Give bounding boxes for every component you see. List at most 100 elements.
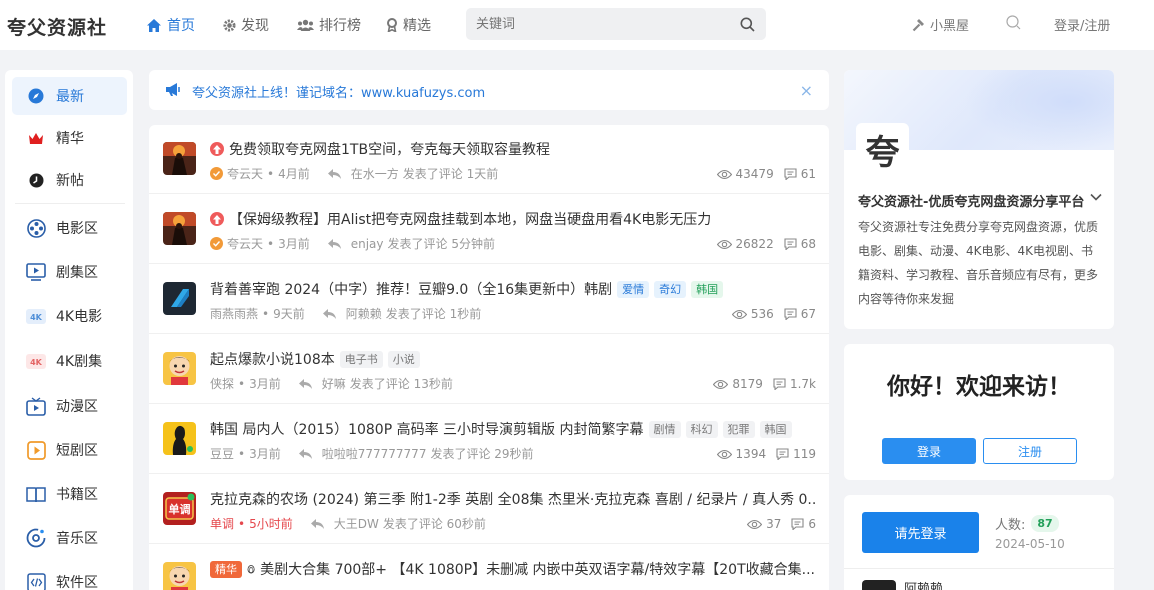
reply-info: 发表了评论 60秒前	[382, 517, 486, 531]
post-title[interactable]: 精华 美剧大合集 700部+ 【4K 1080P】未删减 内嵌中英双语字幕/特效…	[210, 559, 815, 579]
post-stats: 8179 1.7k	[713, 377, 816, 391]
sidebar-item-shorts[interactable]: 短剧区	[12, 431, 127, 469]
sidebar-item-software[interactable]: 软件区	[12, 563, 127, 590]
post-title[interactable]: 【保姆级教程】用Alist把夸克网盘挂载到本地，网盘当硬盘用看4K电影无压力	[210, 209, 711, 229]
last-replier[interactable]: 在水一方	[351, 165, 399, 182]
post-author[interactable]: 雨燕雨燕	[210, 305, 258, 322]
4k-icon: 4K	[25, 308, 47, 324]
top-header: 夸父资源社 首页 发现 排行榜 精选 小黑屋 登录/注册	[0, 0, 1154, 50]
reply-icon	[310, 518, 324, 529]
nav-discover[interactable]: 发现	[223, 15, 269, 35]
comment-count: 61	[800, 167, 816, 181]
comment-icon	[784, 308, 797, 320]
last-replier[interactable]: 啦啦啦777777777	[322, 445, 427, 462]
reply-info: 发表了评论 1天前	[402, 167, 499, 181]
list-item[interactable]: 起点爆款小说108本 电子书 小说 侠探 • 3月前 好嘛 发表了评论 13秒前…	[149, 335, 829, 404]
reply-info: 发表了评论 1秒前	[385, 307, 482, 321]
sidebar-item-movies[interactable]: 电影区	[12, 209, 127, 247]
post-tag[interactable]: 电子书	[339, 350, 383, 368]
nav-home[interactable]: 首页	[146, 15, 195, 35]
view-count: 1394	[735, 447, 767, 461]
site-avatar[interactable]: 夸	[858, 125, 907, 174]
last-replier[interactable]: 阿赖赖	[346, 305, 382, 322]
post-author[interactable]: 夸云天	[227, 165, 263, 182]
post-tag[interactable]: 剧情	[648, 420, 681, 438]
login-button[interactable]: 登录	[882, 438, 976, 464]
site-description: 夸父资源社专注免费分享夸克网盘资源，优质电影、剧集、动漫、4K电影、4K电视剧、…	[858, 220, 1099, 306]
online-user-name[interactable]: 阿赖赖	[904, 578, 943, 590]
close-icon[interactable]: ×	[800, 81, 813, 100]
sidebar-item-4k-series[interactable]: 4K 4K剧集	[12, 342, 127, 380]
post-title[interactable]: 克拉克森的农场 (2024) 第三季 附1-2季 英剧 全08集 杰里米·克拉克…	[210, 489, 815, 509]
sidebar-item-4k-movies[interactable]: 4K 4K电影	[12, 297, 127, 335]
announcement-text[interactable]: 夸父资源社上线！谨记域名：www.kuafuzys.com	[192, 82, 485, 101]
blackroom-link[interactable]: 小黑屋	[912, 15, 969, 34]
post-thumbnail[interactable]	[163, 352, 196, 385]
sidebar-item-music[interactable]: 音乐区	[12, 519, 127, 557]
nav-ranking-label: 排行榜	[319, 18, 361, 34]
post-author[interactable]: 侠探	[210, 375, 234, 392]
reply-icon	[327, 238, 341, 249]
last-replier[interactable]: 好嘛	[322, 375, 346, 392]
post-thumbnail[interactable]	[163, 142, 196, 175]
code-icon	[25, 572, 47, 590]
featured-badge: 精华	[210, 560, 242, 578]
post-meta: 单调 • 5小时前 大王DW 发表了评论 60秒前	[210, 515, 486, 532]
list-item[interactable]: 单调 克拉克森的农场 (2024) 第三季 附1-2季 英剧 全08集 杰里米·…	[149, 475, 829, 544]
site-logo[interactable]: 夸父资源社	[7, 13, 107, 40]
comment-count: 67	[800, 307, 816, 321]
post-tag[interactable]: 奇幻	[654, 280, 687, 298]
nav-featured-label: 精选	[403, 18, 431, 34]
meta-dot: •	[238, 376, 246, 391]
eye-icon	[716, 169, 732, 179]
post-author[interactable]: 豆豆	[210, 445, 234, 462]
post-stats: 536 67	[731, 307, 816, 321]
please-login-button[interactable]: 请先登录	[862, 512, 979, 553]
eye-icon	[747, 519, 763, 529]
list-item[interactable]: 免费领取夸克网盘1TB空间，夸克每天领取容量教程 夸云天 • 4月前 在水一方 …	[149, 125, 829, 194]
sidebar-item-new[interactable]: 新帖	[12, 161, 127, 199]
sidebar-item-anime[interactable]: 动漫区	[12, 387, 127, 425]
post-time: 4月前	[278, 167, 310, 181]
post-thumbnail[interactable]	[163, 212, 196, 245]
list-item[interactable]: 精华 美剧大合集 700部+ 【4K 1080P】未删减 内嵌中英双语字幕/特效…	[149, 545, 829, 590]
login-register-link[interactable]: 登录/注册	[1054, 15, 1110, 34]
register-button[interactable]: 注册	[983, 438, 1077, 464]
list-item[interactable]: 韩国 局内人（2015）1080P 高码率 三小时导演剪辑版 内封简繁字幕 剧情…	[149, 405, 829, 474]
sidebar-item-latest[interactable]: 最新	[12, 77, 127, 115]
nav-ranking[interactable]: 排行榜	[297, 15, 361, 35]
search-toggle[interactable]	[1006, 15, 1021, 30]
post-author[interactable]: 夸云天	[227, 235, 263, 252]
post-thumbnail[interactable]	[163, 422, 196, 455]
sidebar-item-featured[interactable]: 精华	[12, 119, 127, 157]
search-button[interactable]	[728, 8, 766, 40]
post-thumbnail[interactable]: 单调	[163, 492, 196, 525]
post-title[interactable]: 起点爆款小说108本 电子书 小说	[210, 349, 420, 369]
post-title[interactable]: 免费领取夸克网盘1TB空间，夸克每天领取容量教程	[210, 139, 550, 159]
home-icon	[147, 18, 161, 32]
post-tag[interactable]: 小说	[387, 350, 420, 368]
post-author[interactable]: 单调	[210, 515, 234, 532]
post-tag[interactable]: 犯罪	[722, 420, 755, 438]
post-thumbnail[interactable]	[163, 282, 196, 315]
search-input[interactable]	[466, 8, 728, 40]
post-tag[interactable]: 韩国	[691, 280, 724, 298]
post-title[interactable]: 背着善宰跑 2024（中字）推荐！豆瓣9.0（全16集更新中）韩剧 爱情 奇幻 …	[210, 279, 724, 299]
post-tag[interactable]: 韩国	[759, 420, 792, 438]
avatar[interactable]	[862, 580, 896, 590]
last-replier[interactable]: 大王DW	[334, 515, 379, 532]
last-replier[interactable]: enjay	[351, 237, 384, 251]
divider	[844, 568, 1114, 569]
sidebar-item-series[interactable]: 剧集区	[12, 253, 127, 291]
list-item[interactable]: 背着善宰跑 2024（中字）推荐！豆瓣9.0（全16集更新中）韩剧 爱情 奇幻 …	[149, 265, 829, 334]
chevron-down-icon[interactable]	[1090, 190, 1102, 205]
nav-featured[interactable]: 精选	[386, 15, 431, 35]
meta-dot: •	[262, 306, 270, 321]
welcome-card: 你好！欢迎来访！ 登录 注册	[844, 344, 1114, 480]
post-tag[interactable]: 爱情	[617, 280, 650, 298]
post-thumbnail[interactable]	[163, 562, 196, 590]
post-tag[interactable]: 科幻	[685, 420, 718, 438]
post-title[interactable]: 韩国 局内人（2015）1080P 高码率 三小时导演剪辑版 内封简繁字幕 剧情…	[210, 419, 792, 439]
sidebar-item-books[interactable]: 书籍区	[12, 475, 127, 513]
list-item[interactable]: 【保姆级教程】用Alist把夸克网盘挂载到本地，网盘当硬盘用看4K电影无压力 夸…	[149, 195, 829, 264]
